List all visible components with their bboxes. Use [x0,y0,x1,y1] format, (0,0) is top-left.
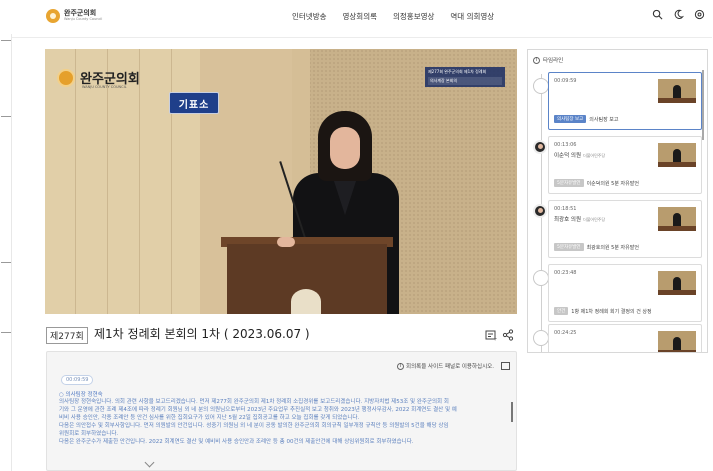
svg-text:+: + [493,337,497,342]
timeline-item[interactable]: 00:24:25 [548,324,702,352]
session-number-badge: 제277회 [46,327,88,344]
sidebar-mark [1,40,11,41]
title-actions: + [485,329,514,341]
agenda-badge: 5분자유발언 [554,179,584,187]
timeline-time: 00:24:25 [554,330,577,336]
main-nav: 인터넷방송 영상회의록 의정홍보영상 역대 의회영상 [292,11,494,22]
speaker-avatar [533,204,547,218]
session-title: 제1차 정례회 본회의 1차 ( 2023.06.07 ) [94,327,310,341]
transcript-scrollbar[interactable] [511,402,513,422]
timeline-dot [533,330,549,346]
timeline-agenda: 5분자유발언 이순덕의원 5분 자유발언 [554,179,639,187]
timeline-dot [533,270,549,286]
caption-speaker: 의사계장 본회의 [428,77,502,85]
share-icon[interactable] [502,329,514,341]
transcript-timestamp[interactable]: 00:09:59 [61,375,94,385]
timeline-dot [533,78,549,94]
subtitle-icon[interactable]: + [485,329,497,341]
sidebar-mark [1,262,11,263]
timeline-speaker [554,87,556,93]
transcript-speaker: ○ 의사팀장 정현숙 [59,392,103,398]
expand-panel-icon[interactable] [501,362,510,370]
timeline-agenda: 5분자유발언 최광호의원 5분 자유발언 [554,243,639,251]
agenda-badge: 의사팀장 보고 [554,115,587,123]
sidebar-mark [1,116,11,117]
timeline-thumbnail [658,143,696,167]
site-header: 완주군의회 Wanju County Council 인터넷방송 영상회의록 의… [0,0,713,34]
timeline-thumbnail [658,207,696,231]
sidebar-mark [1,332,11,333]
dark-mode-icon[interactable] [673,9,684,20]
timeline-speaker [554,279,556,285]
settings-icon[interactable] [694,9,705,20]
timeline-time: 00:13:06 [554,142,577,148]
timeline-time: 00:23:48 [554,270,577,276]
left-sidebar-edge [0,34,12,471]
agenda-badge: 5분자유발언 [554,243,584,251]
council-seal-icon [57,68,75,87]
timeline-item[interactable]: 00:23:48 안건 1항 제1차 정례회 회기 결정의 건 상정 [548,264,702,322]
timeline-speaker: 이순덕 의원 더불어민주당 [554,153,606,159]
nav-item-promo-video[interactable]: 의정홍보영상 [393,11,434,22]
logo-text: 완주군의회 [64,9,97,18]
transcript-body: 의사팀장 정현숙입니다. 의회 관련 사항을 보고드리겠습니다. 먼저 제277… [59,399,457,445]
press-sign: 기표소 [169,92,219,114]
header-divider [12,37,712,38]
nav-item-live[interactable]: 인터넷방송 [292,11,327,22]
timeline-item[interactable]: 00:18:51 최광호 의원 더불어민주당 5분자유발언 최광호의원 5분 자유발언 [548,200,702,258]
timeline-header: i 타임라인 [533,56,563,64]
nav-item-past-videos[interactable]: 역대 의회영상 [450,11,494,22]
transcript-note: i 회의록을 사이드 패널로 이용하십시오. [397,362,494,370]
timeline-time: 00:18:51 [554,206,577,212]
timeline-thumbnail [658,331,696,352]
search-icon[interactable] [652,9,663,20]
timeline-speaker: 최광호 의원 더불어민주당 [554,217,606,223]
transcript-panel[interactable]: i 회의록을 사이드 패널로 이용하십시오. 00:09:59 ○ 의사팀장 정… [46,351,517,471]
timeline-thumbnail [658,271,696,295]
caption-session: 제277회 완주군의회 제1차 정례회 [428,69,487,74]
video-council-sub: WANJU COUNTY COUNCIL [82,85,127,89]
timeline-agenda: 안건 1항 제1차 정례회 회기 결정의 건 상정 [554,307,652,315]
timeline-time: 00:09:59 [554,78,577,84]
timeline-thumbnail [658,79,696,103]
video-player[interactable]: 완주군의회 WANJU COUNTY COUNCIL 기표소 제277회 완주군… [45,49,517,314]
site-logo[interactable]: 완주군의회 Wanju County Council [46,9,102,23]
timeline-scrollbar[interactable] [702,70,704,140]
timeline-speaker [554,339,556,345]
speaker-avatar [533,140,547,154]
info-icon: i [533,56,540,64]
logo-subtext: Wanju County Council [64,17,103,22]
timeline-item[interactable]: 00:13:06 이순덕 의원 더불어민주당 5분자유발언 이순덕의원 5분 자유발언 [548,136,702,194]
header-tools [652,9,705,20]
timeline-item[interactable]: 00:09:59 의사팀장 보고 의사팀장 보고 [548,72,702,130]
info-icon: i [397,362,405,370]
agenda-badge: 안건 [554,307,569,315]
council-seal-icon [46,9,60,23]
video-council-logo: 완주군의회 WANJU COUNTY COUNCIL [57,68,140,89]
timeline-agenda: 의사팀장 보고 의사팀장 보고 [554,115,618,123]
timeline-panel: i 타임라인 00:09:59 의사팀장 보고 의사팀장 보고 00:13:06 이순덕… [527,49,708,353]
video-caption: 제277회 완주군의회 제1차 정례회 의사계장 본회의 [425,67,505,87]
nav-item-video-minutes[interactable]: 영상회의록 [343,11,378,22]
